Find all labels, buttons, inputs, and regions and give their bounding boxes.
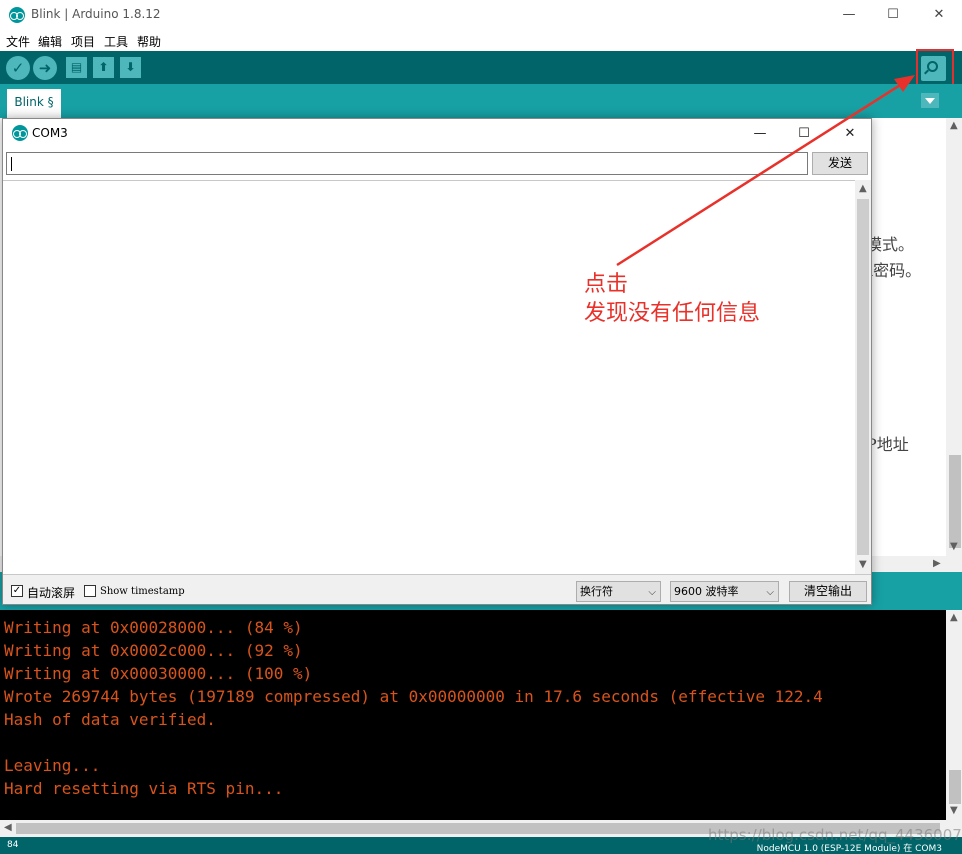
console-line: Writing at 0x0002c000... (92 %): [4, 641, 303, 660]
serial-monitor-window: COM3 — ☐ ✕ 发送 ▲ ▼ ✓ 自动滚屏 Show timestamp …: [2, 118, 872, 605]
upload-button[interactable]: ➜: [33, 56, 57, 80]
console-line: Hard resetting via RTS pin...: [4, 779, 284, 798]
scroll-down-icon[interactable]: ▼: [950, 541, 958, 552]
arduino-logo-icon: [12, 125, 28, 141]
tab-blink[interactable]: Blink §: [7, 89, 61, 118]
serial-maximize-button[interactable]: ☐: [781, 119, 827, 148]
new-file-icon: ▤: [70, 60, 83, 74]
console-line: Leaving...: [4, 756, 101, 775]
scroll-up-icon[interactable]: ▲: [859, 183, 867, 194]
scroll-right-icon[interactable]: ▶: [933, 558, 941, 569]
editor-text-fragment: 模式。: [866, 235, 915, 254]
toolbar: ✓ ➜ ▤ ⬆ ⬇: [0, 51, 962, 84]
console-line: Wrote 269744 bytes (197189 compressed) a…: [4, 687, 823, 706]
maximize-button[interactable]: ☐: [870, 0, 916, 30]
menu-file[interactable]: 文件: [6, 33, 30, 50]
serial-window-title: COM3: [32, 126, 68, 140]
serial-minimize-button[interactable]: —: [737, 119, 783, 148]
scrollbar-thumb[interactable]: [857, 199, 869, 555]
clear-output-button[interactable]: 清空输出: [789, 581, 867, 602]
scroll-down-icon[interactable]: ▼: [859, 559, 867, 570]
scrollbar-thumb[interactable]: [949, 455, 961, 548]
chevron-down-icon: ⌵: [766, 587, 774, 598]
annotation-text-click: 点击: [584, 272, 629, 297]
new-button[interactable]: ▤: [66, 57, 87, 78]
title-bar: Blink | Arduino 1.8.12 — ☐ ✕: [0, 0, 962, 30]
timestamp-checkbox[interactable]: [84, 585, 96, 597]
save-button[interactable]: ⬇: [120, 57, 141, 78]
open-icon: ⬆: [98, 60, 109, 74]
send-button[interactable]: 发送: [812, 152, 868, 175]
editor-text-fragment: i密码。: [868, 261, 922, 280]
text-caret: [11, 157, 12, 171]
check-icon: ✓: [11, 59, 25, 77]
menu-tools[interactable]: 工具: [104, 33, 128, 50]
serial-close-button[interactable]: ✕: [827, 119, 873, 148]
annotation-text-no-info: 发现没有任何信息: [584, 301, 761, 326]
menu-help[interactable]: 帮助: [137, 33, 161, 50]
console-line: Writing at 0x00030000... (100 %): [4, 664, 313, 683]
line-number: 84: [7, 840, 19, 850]
console-line: Writing at 0x00028000... (84 %): [4, 618, 303, 637]
arduino-ide-window: Blink | Arduino 1.8.12 — ☐ ✕ 文件 编辑 项目 工具…: [0, 0, 962, 854]
serial-vertical-scrollbar[interactable]: ▲ ▼: [855, 180, 871, 574]
arrow-right-icon: ➜: [38, 59, 52, 77]
serial-options-bar: ✓ 自动滚屏 Show timestamp 换行符 ⌵ 9600 波特率 ⌵ 清…: [3, 574, 871, 604]
scroll-down-icon[interactable]: ▼: [950, 805, 958, 816]
timestamp-label: Show timestamp: [100, 586, 185, 597]
serial-output-area[interactable]: [3, 180, 855, 574]
scrollbar-thumb[interactable]: [949, 770, 961, 804]
window-title: Blink | Arduino 1.8.12: [31, 7, 161, 21]
autoscroll-checkbox[interactable]: ✓: [11, 585, 23, 597]
menu-sketch[interactable]: 项目: [71, 33, 95, 50]
save-icon: ⬇: [125, 60, 136, 74]
minimize-button[interactable]: —: [826, 0, 872, 30]
scroll-left-icon[interactable]: ◀: [4, 822, 12, 833]
watermark: https://blog.csdn.net/qq_44360071: [708, 826, 962, 844]
serial-title-bar: COM3 — ☐ ✕: [3, 119, 871, 148]
tab-bar: Blink §: [0, 84, 962, 118]
open-button[interactable]: ⬆: [93, 57, 114, 78]
scroll-up-icon[interactable]: ▲: [950, 120, 958, 131]
verify-button[interactable]: ✓: [6, 56, 30, 80]
console-output: Writing at 0x00028000... (84 %) Writing …: [0, 610, 946, 820]
annotation-highlight-box: [916, 49, 954, 86]
menu-bar: 文件 编辑 项目 工具 帮助: [0, 30, 962, 51]
autoscroll-label: 自动滚屏: [27, 586, 76, 600]
arduino-logo-icon: [9, 7, 25, 23]
chevron-down-icon: ⌵: [648, 587, 656, 598]
editor-text-fragment: P地址: [866, 435, 909, 454]
line-ending-select[interactable]: 换行符 ⌵: [576, 581, 661, 602]
scroll-up-icon[interactable]: ▲: [950, 612, 958, 623]
serial-send-input[interactable]: [6, 152, 808, 175]
console-vertical-scrollbar[interactable]: ▲ ▼: [946, 610, 962, 820]
menu-edit[interactable]: 编辑: [38, 33, 62, 50]
close-button[interactable]: ✕: [916, 0, 962, 30]
console-line: Hash of data verified.: [4, 710, 216, 729]
baud-rate-select[interactable]: 9600 波特率 ⌵: [670, 581, 779, 602]
editor-vertical-scrollbar[interactable]: ▲ ▼: [946, 118, 962, 556]
tab-menu-button[interactable]: [921, 93, 939, 108]
